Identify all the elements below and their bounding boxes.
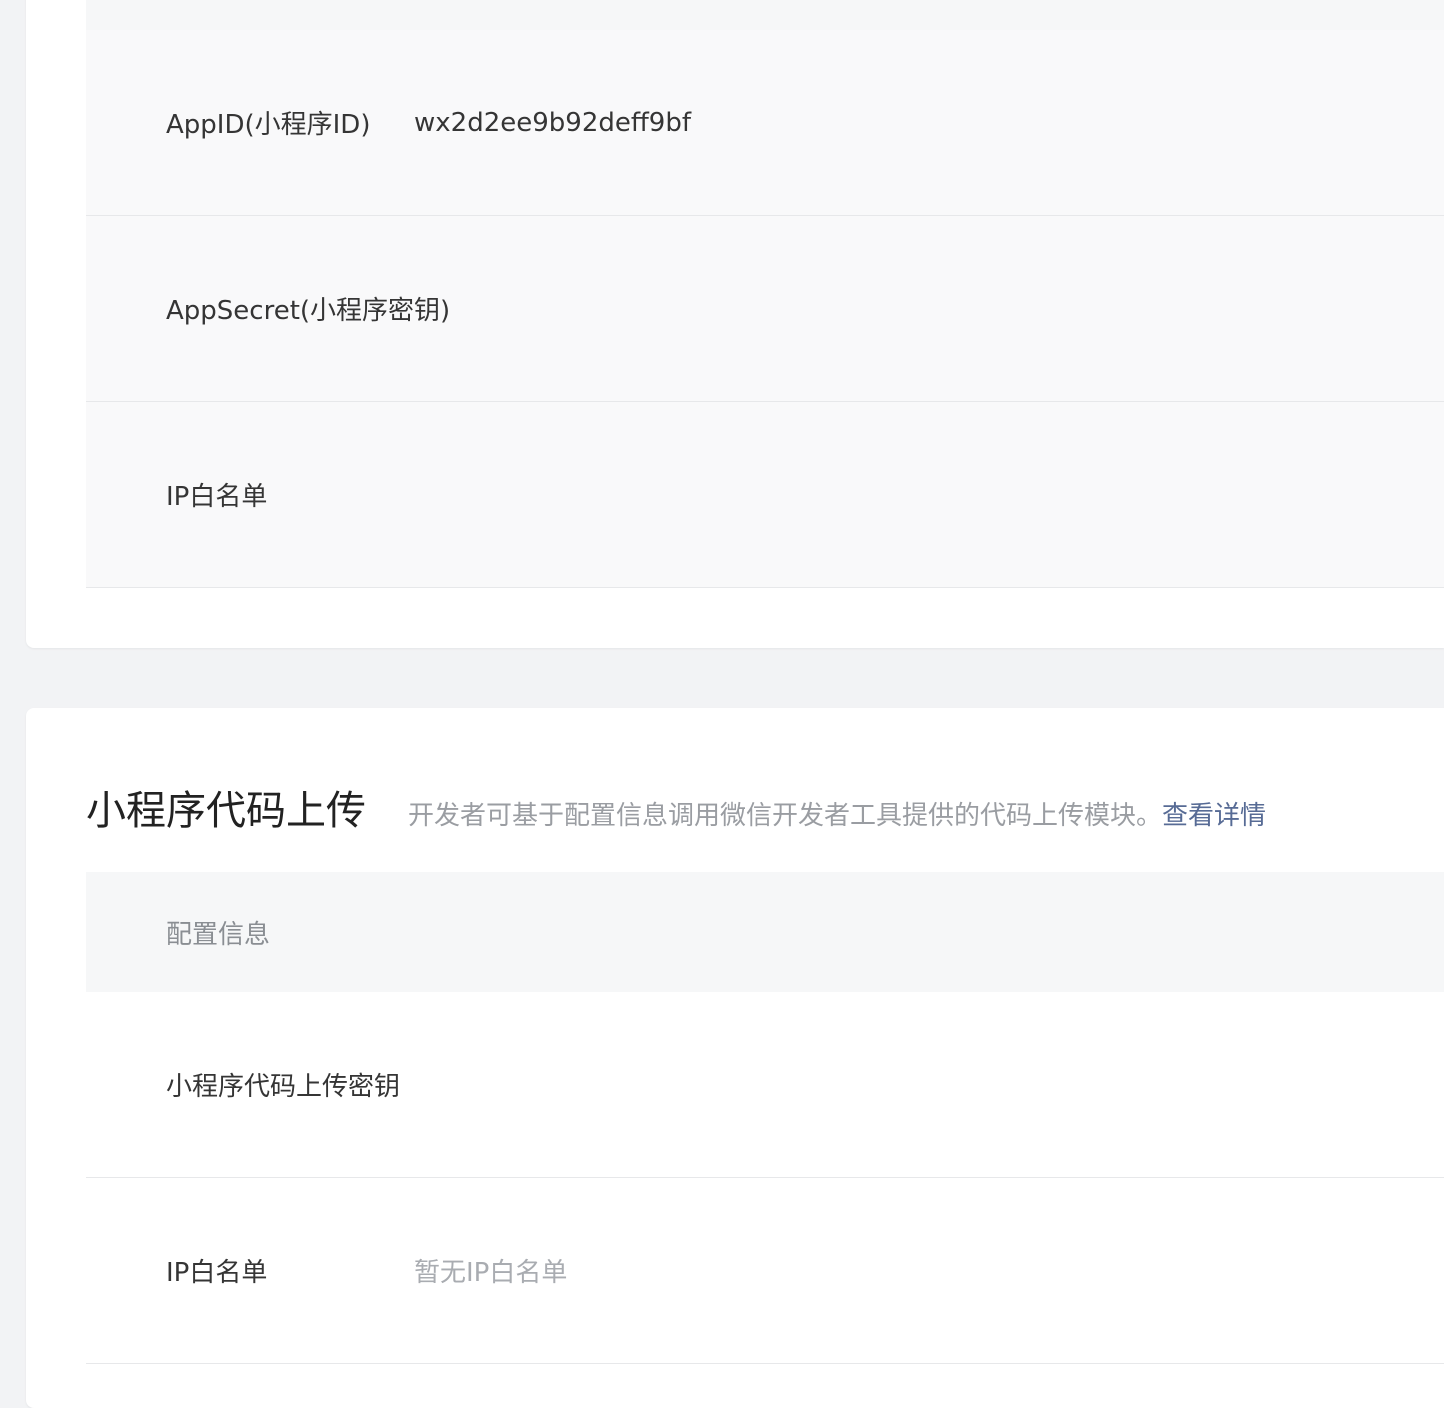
dev-settings-table: AppID(小程序ID) wx2d2ee9b92deff9bf AppSecre… xyxy=(86,0,1444,588)
table-header: 配置信息 xyxy=(86,872,1444,992)
code-upload-card: 小程序代码上传 开发者可基于配置信息调用微信开发者工具提供的代码上传模块。 查看… xyxy=(26,708,1444,1408)
table-row-appid: AppID(小程序ID) wx2d2ee9b92deff9bf xyxy=(86,30,1444,216)
view-details-link[interactable]: 查看详情 xyxy=(1162,795,1266,832)
appsecret-label: AppSecret(小程序密钥) xyxy=(166,296,451,326)
section-description: 开发者可基于配置信息调用微信开发者工具提供的代码上传模块。 xyxy=(408,801,1163,831)
table-row-ip-whitelist: IP白名单 暂无IP白名单 xyxy=(86,1178,1444,1364)
upload-key-label: 小程序代码上传密钥 xyxy=(166,1072,401,1102)
table-row-ip-whitelist: IP白名单 xyxy=(86,402,1444,588)
ip-whitelist-value: 暂无IP白名单 xyxy=(414,1258,568,1288)
ip-whitelist-label: IP白名单 xyxy=(166,1258,268,1288)
table-row-upload-key: 小程序代码上传密钥 xyxy=(86,992,1444,1178)
dev-settings-card: AppID(小程序ID) wx2d2ee9b92deff9bf AppSecre… xyxy=(26,0,1444,648)
appid-value: wx2d2ee9b92deff9bf xyxy=(414,107,691,138)
table-row-appsecret: AppSecret(小程序密钥) xyxy=(86,216,1444,402)
appid-label: AppID(小程序ID) xyxy=(166,110,371,140)
code-upload-table: 配置信息 小程序代码上传密钥 IP白名单 暂无IP白名单 xyxy=(86,872,1444,1364)
section-header: 小程序代码上传 开发者可基于配置信息调用微信开发者工具提供的代码上传模块。 查看… xyxy=(86,778,1266,836)
section-title: 小程序代码上传 xyxy=(86,788,366,834)
table-header-config-info: 配置信息 xyxy=(166,919,271,950)
table-header xyxy=(86,0,1444,30)
ip-whitelist-label: IP白名单 xyxy=(166,482,268,512)
